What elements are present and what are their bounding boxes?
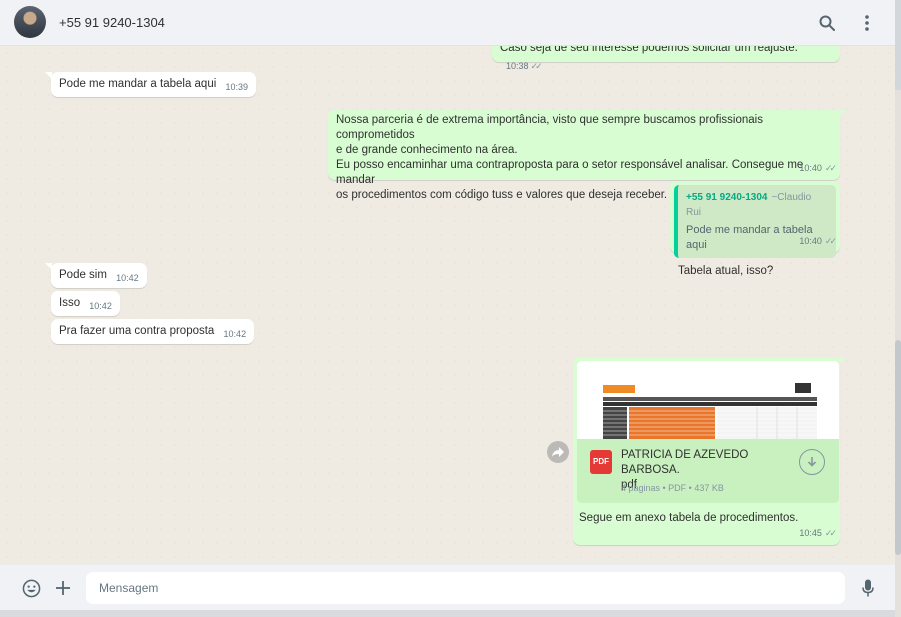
search-icon[interactable] [816, 12, 838, 34]
message-meta: 10:39 [225, 82, 249, 92]
message-list[interactable]: Caso seja de seu interesse podemos solic… [0, 46, 895, 564]
contact-avatar[interactable] [14, 6, 46, 38]
message-incoming[interactable]: Isso 10:42 [51, 291, 120, 316]
message-incoming[interactable]: Pode me mandar a tabela aqui 10:39 [45, 72, 257, 97]
attach-plus-icon[interactable] [52, 577, 74, 599]
quote-author: +55 91 9240-1304 [686, 192, 768, 203]
message-text: Pra fazer uma contra proposta [59, 325, 215, 337]
menu-icon[interactable] [856, 12, 878, 34]
document-preview[interactable] [577, 361, 839, 439]
double-check-icon: ✓✓ [824, 236, 837, 246]
message-text: Tabela atual, isso? [678, 265, 774, 277]
message-line: e de grande conhecimento na área. [336, 144, 518, 156]
chat-header: +55 91 9240-1304 [0, 0, 895, 46]
message-outgoing[interactable]: Caso seja de seu interesse podemos solic… [492, 46, 840, 71]
document-info: 4 páginas • PDF • 437 KB [621, 483, 724, 493]
message-incoming[interactable]: Pode sim 10:42 [45, 263, 147, 288]
message-outgoing-reply[interactable]: +55 91 9240-1304 ~Claudio Rui Pode me man… [670, 181, 840, 277]
message-meta: 10:40 ✓✓ [799, 163, 837, 173]
emoji-icon[interactable] [20, 577, 42, 599]
message-meta: 10:45 ✓✓ [799, 528, 837, 538]
double-check-icon: ✓✓ [824, 163, 837, 173]
contact-name[interactable]: +55 91 9240-1304 [59, 15, 165, 30]
document-caption: Segue em anexo tabela de procedimentos. [579, 512, 799, 524]
double-check-icon: ✓✓ [824, 528, 837, 538]
message-outgoing[interactable]: Nossa parceria é de extrema importância,… [328, 110, 846, 201]
message-composer [0, 564, 895, 610]
message-input[interactable] [86, 572, 845, 604]
document-file-bar[interactable]: PDF PATRICIA DE AZEVEDO BARBOSA. pdf 4 p… [577, 439, 839, 503]
scrollbar-thumb[interactable] [895, 340, 901, 555]
double-check-icon: ✓✓ [530, 61, 543, 71]
forward-icon[interactable] [547, 441, 569, 463]
message-meta: 10:38 ✓✓ [506, 61, 543, 71]
message-text: Isso [59, 297, 81, 309]
message-meta: 10:42 [223, 329, 247, 339]
message-text: Pode me mandar a tabela aqui [59, 78, 217, 90]
scrollbar[interactable] [895, 0, 901, 617]
message-text: Pode sim [59, 269, 107, 281]
window-bottom-edge [0, 610, 895, 617]
message-meta: 10:40 ✓✓ [799, 236, 837, 246]
message-incoming[interactable]: Pra fazer uma contra proposta 10:42 [51, 319, 255, 344]
message-line: Nossa parceria é de extrema importância,… [336, 114, 763, 141]
message-meta: 10:42 [89, 301, 112, 311]
message-outgoing-document[interactable]: PDF PATRICIA DE AZEVEDO BARBOSA. pdf 4 p… [573, 357, 846, 545]
message-text: Caso seja de seu interesse podemos solic… [500, 46, 798, 54]
pdf-file-icon: PDF [590, 450, 612, 474]
download-icon[interactable] [799, 449, 825, 475]
message-meta: 10:42 [116, 273, 139, 283]
microphone-icon[interactable] [857, 577, 879, 599]
